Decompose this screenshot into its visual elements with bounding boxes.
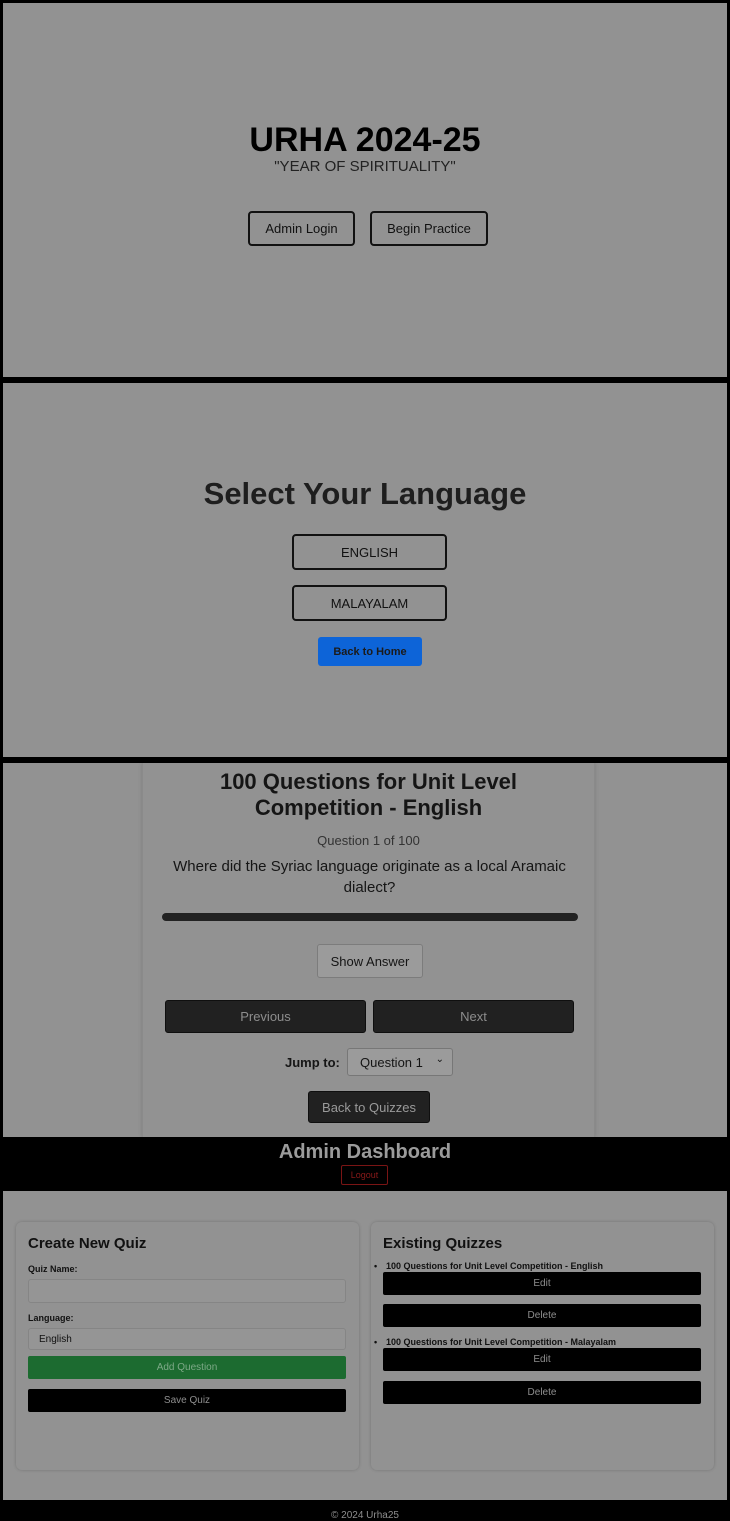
create-quiz-title: Create New Quiz: [28, 1235, 147, 1252]
language-english-button[interactable]: ENGLISH: [292, 534, 447, 570]
page-title: Select Your Language: [203, 476, 527, 511]
admin-dashboard: Create New Quiz Quiz Name: Language: Eng…: [3, 1191, 727, 1500]
app-title: URHA 2024-25: [249, 121, 481, 159]
quiz-name: 100 Questions for Unit Level Competition…: [386, 1261, 604, 1271]
progress-fill: [162, 913, 578, 921]
bullet-icon: •: [374, 1337, 378, 1347]
delete-quiz-button[interactable]: Delete: [383, 1381, 701, 1404]
language-label: Language:: [28, 1313, 74, 1323]
show-answer-button[interactable]: Show Answer: [317, 944, 423, 978]
quiz-title-line1: 100 Questions for Unit Level: [219, 769, 518, 794]
jump-to-selected-value: Question 1: [360, 1054, 423, 1070]
question-counter: Question 1 of 100: [317, 833, 420, 848]
list-item: • 100 Questions for Unit Level Competitio…: [374, 1337, 616, 1347]
question-text: Where did the Syriac language originate …: [173, 858, 566, 896]
language-selected-value: English: [39, 1333, 72, 1345]
edit-quiz-button[interactable]: Edit: [383, 1272, 701, 1295]
footer: © 2024 Urha25: [0, 1500, 730, 1521]
list-item: • 100 Questions for Unit Level Competitio…: [374, 1261, 603, 1271]
admin-login-button[interactable]: Admin Login: [248, 211, 355, 246]
back-to-home-button[interactable]: Back to Home: [318, 637, 422, 666]
logout-button[interactable]: Logout: [341, 1165, 388, 1185]
existing-quizzes-title: Existing Quizzes: [383, 1235, 503, 1252]
edit-quiz-button[interactable]: Edit: [383, 1348, 701, 1371]
back-to-quizzes-button[interactable]: Back to Quizzes: [308, 1091, 430, 1123]
quiz-name: 100 Questions for Unit Level Competition…: [386, 1337, 617, 1347]
progress-bar: [162, 913, 578, 921]
quiz-title: 100 Questions for Unit Level Competition…: [143, 769, 594, 821]
quiz-name-label: Quiz Name:: [28, 1264, 78, 1274]
quiz-title-line2: Competition - English: [254, 795, 483, 820]
quiz-card: 100 Questions for Unit Level Competition…: [142, 763, 595, 1137]
language-select-screen: Select Your Language ENGLISH MALAYALAM B…: [3, 383, 727, 757]
quiz-screen: 100 Questions for Unit Level Competition…: [3, 763, 727, 1137]
create-quiz-panel: Create New Quiz Quiz Name: Language: Eng…: [16, 1222, 359, 1470]
language-malayalam-button[interactable]: MALAYALAM: [292, 585, 447, 621]
jump-to-label: Jump to:: [285, 1055, 340, 1070]
admin-header: Admin Dashboard Logout: [0, 1137, 730, 1191]
begin-practice-button[interactable]: Begin Practice: [370, 211, 488, 246]
quiz-name-input[interactable]: [28, 1279, 346, 1303]
previous-button[interactable]: Previous: [165, 1000, 366, 1033]
app-subtitle: "YEAR OF SPIRITUALITY": [274, 158, 456, 175]
admin-title: Admin Dashboard: [278, 1141, 452, 1163]
home-screen: URHA 2024-25 "YEAR OF SPIRITUALITY" Admi…: [3, 3, 727, 377]
save-quiz-button[interactable]: Save Quiz: [28, 1389, 346, 1412]
jump-to-select[interactable]: Question 1 ⌄: [347, 1048, 453, 1076]
next-button[interactable]: Next: [373, 1000, 574, 1033]
footer-text: © 2024 Urha25: [331, 1510, 399, 1521]
existing-quizzes-panel: Existing Quizzes • 100 Questions for Unit…: [371, 1222, 714, 1470]
language-select[interactable]: English: [28, 1328, 346, 1350]
delete-quiz-button[interactable]: Delete: [383, 1304, 701, 1327]
bullet-icon: •: [374, 1261, 378, 1271]
add-question-button[interactable]: Add Question: [28, 1356, 346, 1379]
chevron-down-icon: ⌄: [435, 1054, 444, 1065]
